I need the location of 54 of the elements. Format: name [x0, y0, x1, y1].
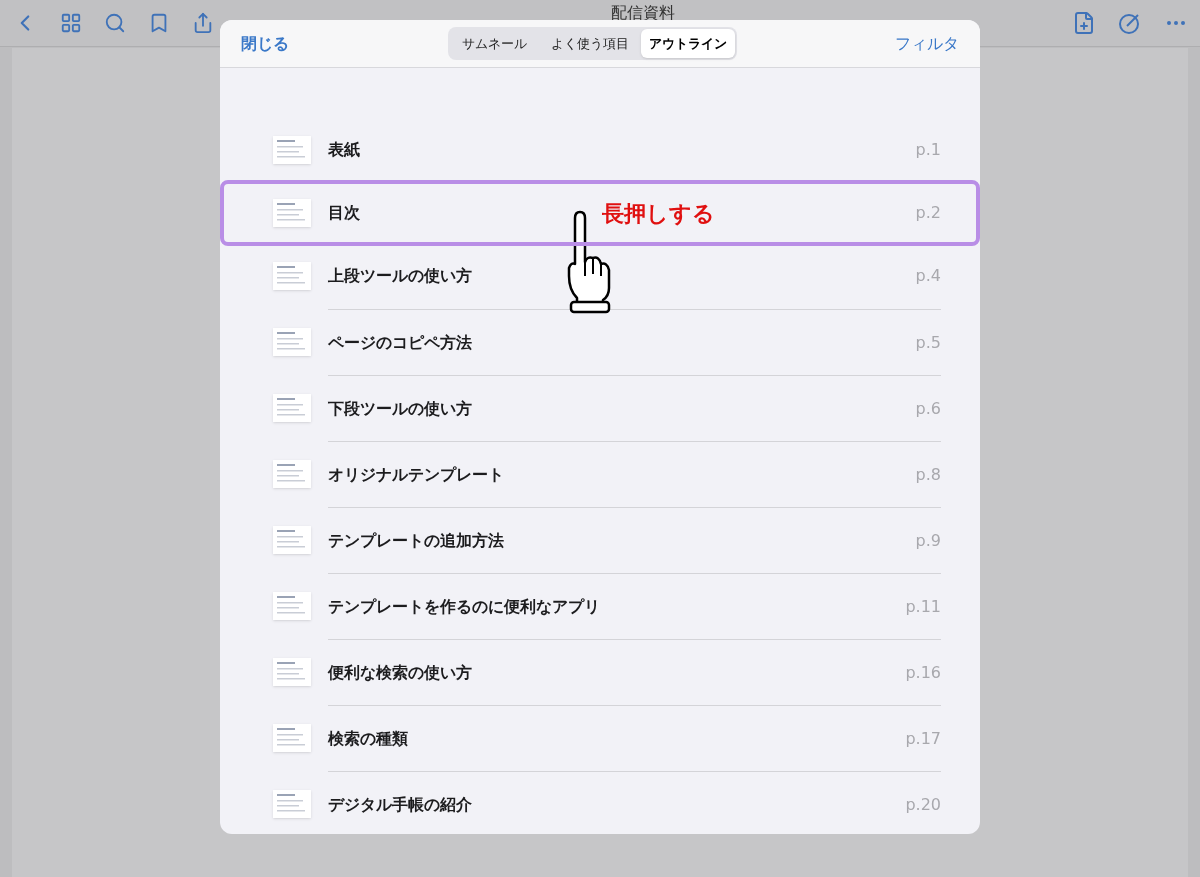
share-icon[interactable] [192, 12, 214, 34]
page-thumbnail [273, 592, 311, 620]
segment-tab[interactable]: アウトライン [640, 29, 735, 58]
annotation-text: 長押しする [602, 200, 715, 228]
page-number: p.5 [915, 331, 941, 354]
outline-title: テンプレートを作るのに便利なアプリ [328, 595, 600, 618]
page-thumbnail [273, 394, 311, 422]
outline-title: 便利な検索の使い方 [328, 661, 472, 684]
segment-tab[interactable]: よく使う項目 [538, 29, 641, 58]
page-thumbnail [273, 136, 311, 164]
page-number: p.6 [915, 397, 941, 420]
page-thumbnail [273, 526, 311, 554]
outline-title: 下段ツールの使い方 [328, 397, 472, 420]
pen-circle-icon[interactable] [1118, 11, 1142, 35]
close-button[interactable]: 閉じる [241, 31, 289, 56]
outline-title: テンプレートの追加方法 [328, 529, 504, 552]
grid-icon[interactable] [60, 12, 82, 34]
page-number: p.17 [905, 727, 941, 750]
outline-row[interactable]: 下段ツールの使い方 p.6 [220, 375, 980, 441]
outline-row[interactable]: テンプレートの追加方法 p.9 [220, 507, 980, 573]
page-thumbnail [273, 790, 311, 818]
outline-row[interactable]: 検索の種類 p.17 [220, 705, 980, 771]
page-thumbnail [273, 460, 311, 488]
document-title: 配信資料 [611, 2, 675, 24]
segment-tab[interactable]: サムネール [449, 29, 539, 58]
outline-row[interactable]: デジタル手帳の紹介 p.20 [220, 771, 980, 834]
page-thumbnail [273, 199, 311, 227]
outline-row[interactable]: 上段ツールの使い方 p.4 [220, 243, 980, 309]
outline-row[interactable]: オリジナルテンプレート p.8 [220, 441, 980, 507]
outline-title: オリジナルテンプレート [328, 463, 504, 486]
outline-title: ページのコピペ方法 [328, 331, 472, 354]
page-number: p.9 [915, 529, 941, 552]
page-number: p.16 [905, 661, 941, 684]
outline-title: 上段ツールの使い方 [328, 265, 472, 287]
filter-button[interactable]: フィルタ [895, 31, 959, 56]
page-number: p.2 [915, 202, 941, 224]
outline-title: デジタル手帳の紹介 [328, 793, 472, 816]
add-page-icon[interactable] [1072, 11, 1096, 35]
outline-row[interactable]: テンプレートを作るのに便利なアプリ p.11 [220, 573, 980, 639]
page-thumbnail [273, 262, 311, 290]
outline-row[interactable]: 便利な検索の使い方 p.16 [220, 639, 980, 705]
page-number: p.11 [905, 595, 941, 618]
outline-title: 検索の種類 [328, 727, 408, 750]
page-thumbnail [273, 658, 311, 686]
outline-row[interactable]: 表紙 p.1 [220, 117, 980, 183]
search-icon[interactable] [104, 12, 126, 34]
page-thumbnail [273, 328, 311, 356]
page-number: p.1 [915, 139, 941, 161]
page-thumbnail [273, 724, 311, 752]
page-number: p.4 [915, 265, 941, 287]
page-number: p.8 [915, 463, 941, 486]
page-number: p.20 [905, 793, 941, 816]
outline-title: 目次 [328, 202, 360, 224]
outline-title: 表紙 [328, 139, 360, 161]
